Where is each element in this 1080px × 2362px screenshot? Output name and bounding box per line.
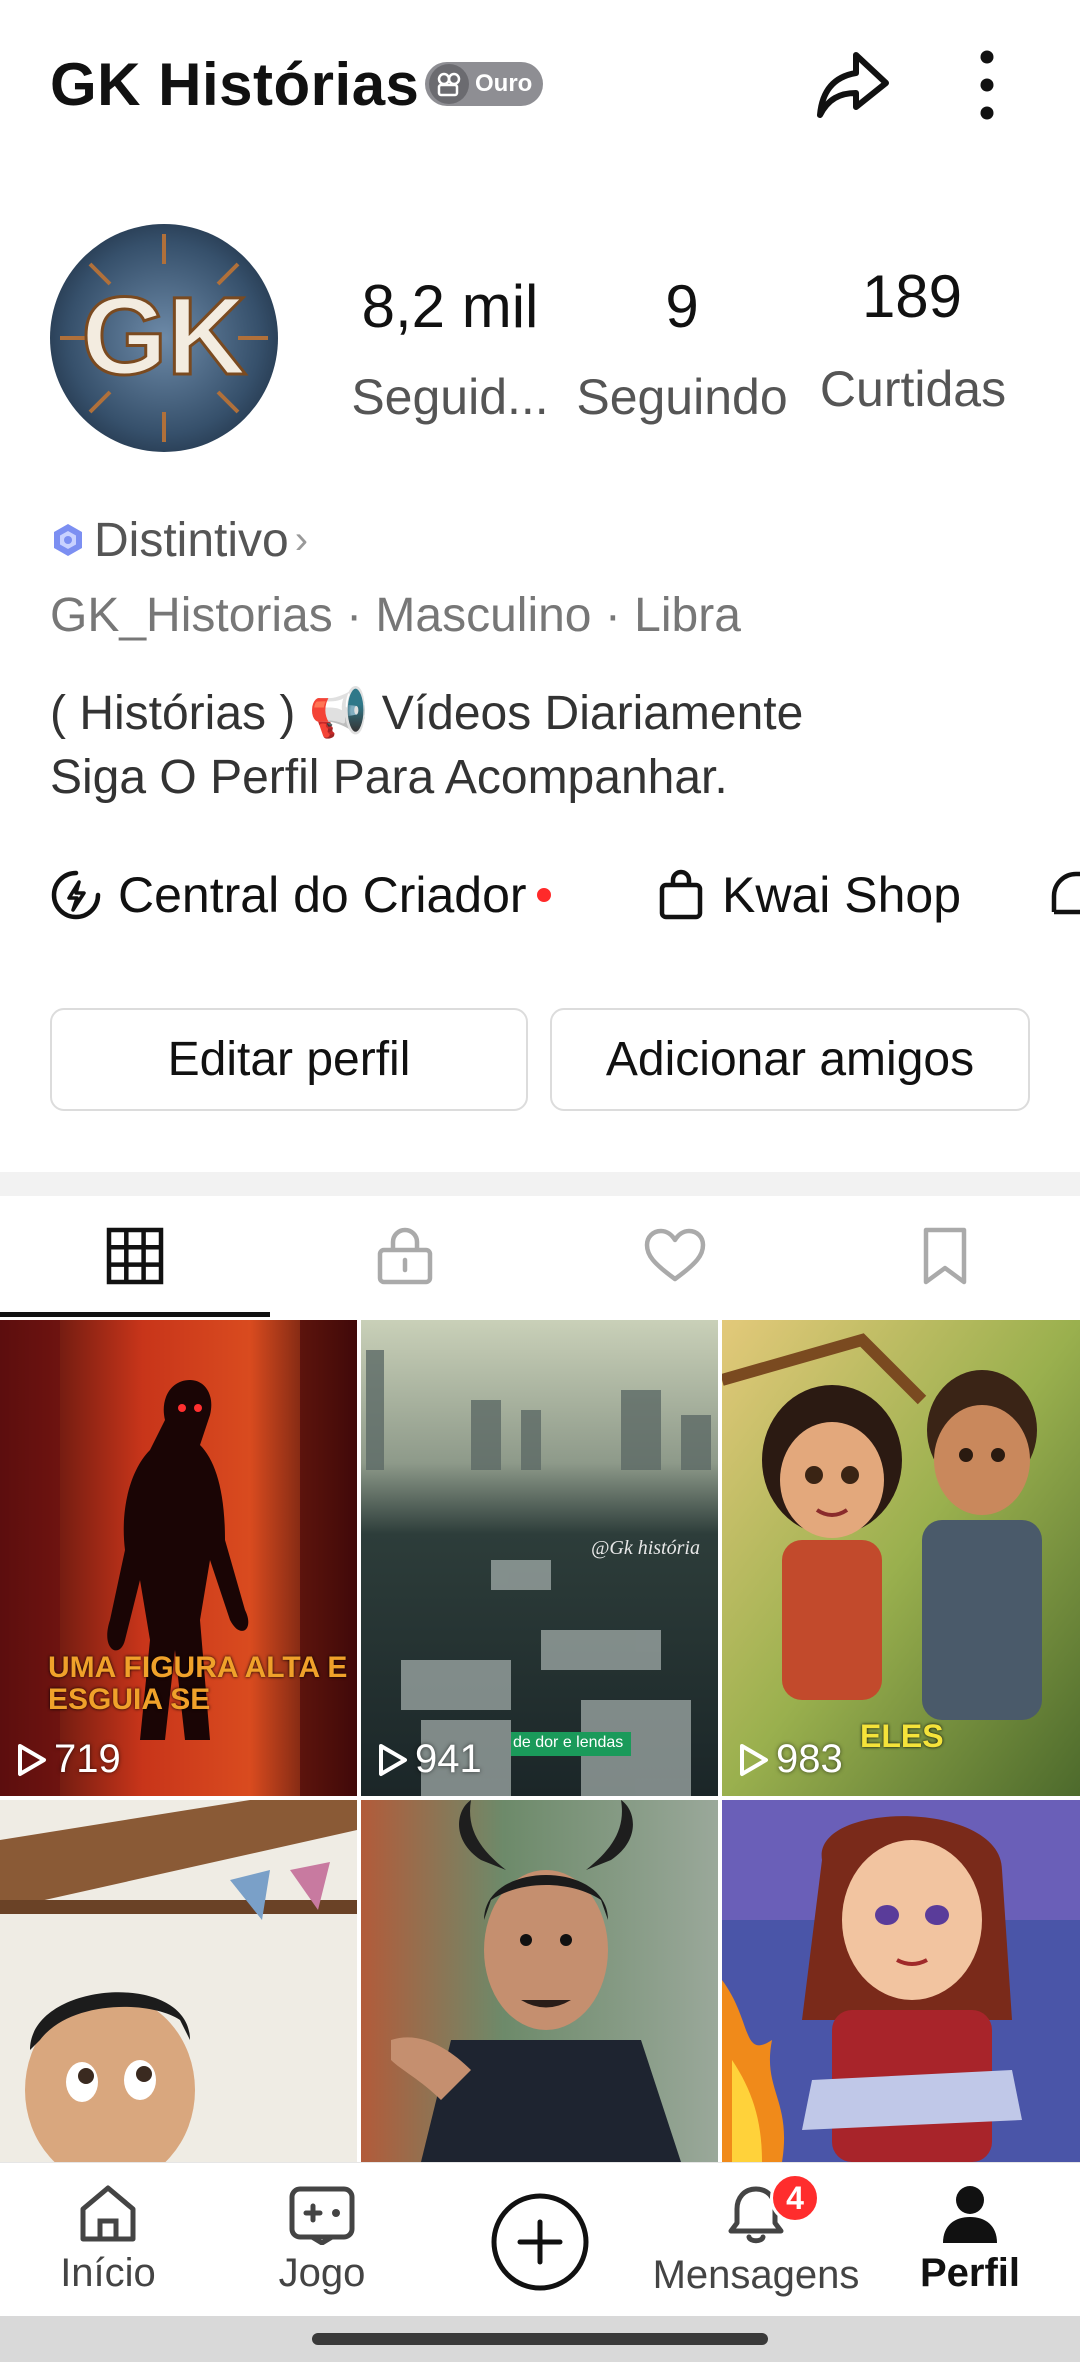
heart-icon	[644, 1228, 706, 1282]
add-friends-button[interactable]: Adicionar amigos	[550, 1008, 1030, 1111]
plus-circle-icon	[491, 2193, 589, 2291]
video-thumbnail[interactable]: ELES 983	[722, 1320, 1080, 1796]
profile-header: GK Histórias Ouro	[0, 0, 1080, 170]
camera-icon	[429, 64, 469, 104]
more-options-button[interactable]	[962, 45, 1012, 125]
nav-inicio[interactable]: Início	[8, 2163, 208, 2317]
notification-dot	[536, 888, 551, 902]
video-caption: UMA FIGURA ALTA E ESGUIA SE	[48, 1651, 348, 1716]
tab-saved[interactable]	[810, 1196, 1080, 1316]
kwai-shop-label: Kwai Shop	[722, 867, 962, 923]
play-icon	[740, 1743, 768, 1776]
tab-videos[interactable]	[0, 1196, 270, 1316]
video-thumbnail[interactable]	[361, 1800, 718, 2162]
home-indicator[interactable]	[312, 2333, 768, 2345]
badge-label: Ouro	[475, 70, 533, 97]
lightning-circle-icon	[51, 870, 101, 920]
nav-label: Início	[60, 2251, 156, 2295]
view-count: 983	[736, 1737, 843, 1782]
video-caption: ELES	[860, 1718, 944, 1754]
profile-title: GK Histórias	[50, 51, 420, 118]
bottom-navigation: Início Jogo Mensagens 4 Perfil	[0, 2162, 1080, 2316]
shopping-bag-icon	[659, 869, 703, 920]
more-links-icon[interactable]	[1048, 868, 1080, 920]
bookmark-icon	[923, 1227, 967, 1285]
active-tab-indicator	[0, 1312, 270, 1317]
hexagon-badge-icon	[54, 524, 82, 556]
gamepad-icon	[289, 2186, 355, 2245]
nav-create[interactable]	[440, 2163, 640, 2317]
likes-count: 189	[861, 263, 963, 330]
following-label: Seguindo	[576, 369, 788, 425]
nav-jogo[interactable]: Jogo	[222, 2163, 422, 2317]
followers-label: Seguid...	[351, 369, 549, 425]
share-arrow-icon	[817, 52, 889, 118]
bio-line-2: Siga O Perfil Para Acompanhar.	[50, 751, 728, 804]
svg-text:GK: GK	[82, 275, 247, 398]
share-button[interactable]	[812, 45, 892, 125]
profile-info-line: GK_Historias · Masculino · Libra	[50, 589, 741, 642]
creator-center-label: Central do Criador	[118, 867, 527, 923]
tier-badge[interactable]: Ouro	[425, 62, 543, 106]
edit-profile-button[interactable]: Editar perfil	[50, 1008, 528, 1111]
distintivo-link[interactable]: Distintivo ›	[50, 510, 308, 570]
video-thumbnail[interactable]	[0, 1800, 357, 2162]
distintivo-label: Distintivo	[94, 513, 289, 567]
followers-count: 8,2 mil	[361, 273, 539, 340]
video-thumbnail[interactable]: @Gk história de dor e lendas 941	[361, 1320, 718, 1796]
video-thumbnail[interactable]: UMA FIGURA ALTA E ESGUIA SE 719	[0, 1320, 357, 1796]
likes-label: Curtidas	[819, 361, 1007, 417]
view-count: 719	[14, 1737, 121, 1782]
grid-icon	[106, 1227, 164, 1285]
section-divider	[0, 1172, 1080, 1196]
person-icon	[943, 2186, 997, 2243]
play-icon	[379, 1743, 407, 1776]
tab-liked[interactable]	[540, 1196, 810, 1316]
video-thumbnail[interactable]	[722, 1800, 1080, 2162]
kwai-shop-link[interactable]: Kwai Shop	[656, 862, 961, 928]
following-count: 9	[665, 273, 699, 340]
nav-label: Mensagens	[652, 2253, 860, 2297]
play-icon	[18, 1743, 46, 1776]
tab-private[interactable]	[270, 1196, 540, 1316]
video-caption: de dor e lendas	[513, 1734, 624, 1751]
svg-text:@Gk história: @Gk história	[591, 1537, 700, 1559]
nav-perfil[interactable]: Perfil	[870, 2163, 1070, 2317]
more-vertical-icon	[980, 50, 994, 120]
creator-center-link[interactable]: Central do Criador	[50, 862, 551, 928]
nav-mensagens[interactable]: Mensagens 4	[653, 2163, 859, 2317]
avatar[interactable]: GK	[50, 224, 278, 452]
bio-line-1: ( Histórias ) 📢 Vídeos Diariamente	[50, 687, 804, 740]
nav-label: Jogo	[278, 2251, 366, 2295]
nav-label: Perfil	[919, 2251, 1021, 2295]
lock-icon	[377, 1227, 433, 1285]
notification-badge: 4	[770, 2173, 820, 2223]
chevron-right-icon: ›	[294, 517, 309, 562]
home-icon	[80, 2185, 136, 2242]
view-count: 941	[375, 1737, 482, 1782]
